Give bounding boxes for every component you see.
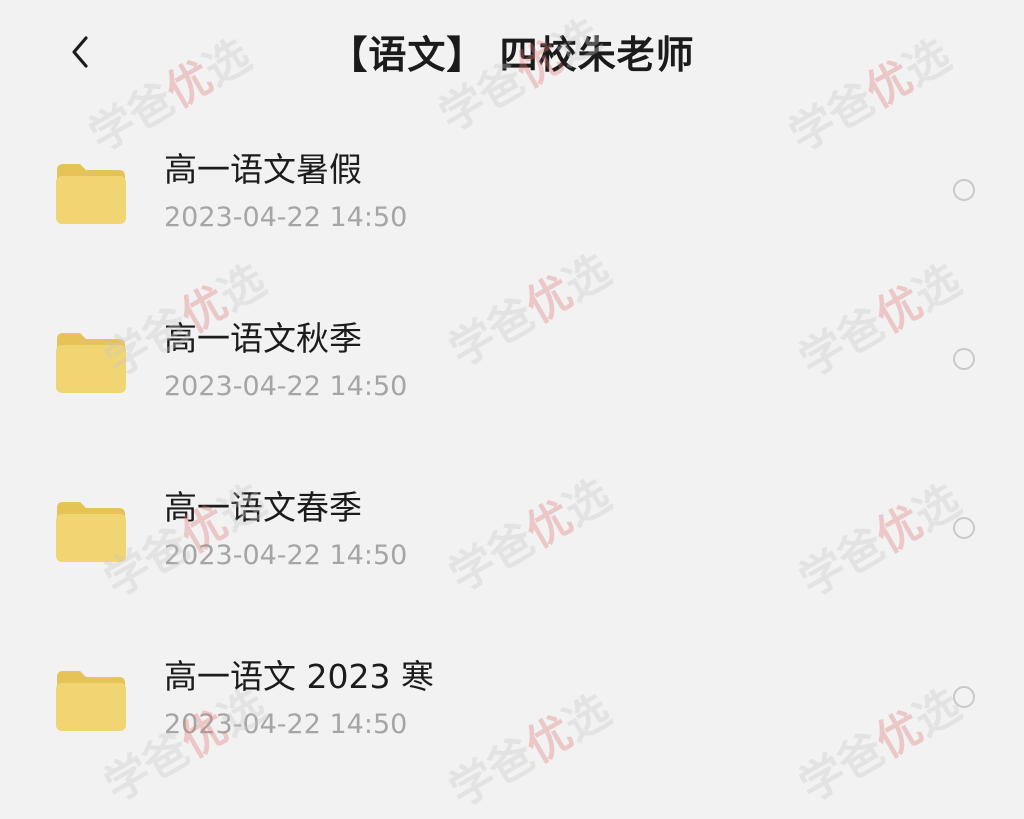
folder-row[interactable]: 高一语文 2023 寒 2023-04-22 14:50 bbox=[0, 627, 1024, 796]
folder-row[interactable]: 高一语文暑假 2023-04-22 14:50 bbox=[0, 120, 1024, 289]
folder-icon bbox=[56, 502, 126, 562]
folder-name: 高一语文暑假 bbox=[164, 150, 362, 189]
folder-row[interactable]: 高一语文秋季 2023-04-22 14:50 bbox=[0, 289, 1024, 458]
select-radio[interactable] bbox=[953, 686, 975, 708]
folder-date: 2023-04-22 14:50 bbox=[164, 540, 408, 571]
header: 【语文】 四校朱老师 bbox=[0, 0, 1024, 112]
folder-list: 高一语文暑假 2023-04-22 14:50 高一语文秋季 2023-04-2… bbox=[0, 120, 1024, 796]
folder-name: 高一语文春季 bbox=[164, 488, 362, 527]
folder-icon bbox=[56, 333, 126, 393]
page-title: 【语文】 四校朱老师 bbox=[329, 33, 695, 77]
select-radio[interactable] bbox=[953, 179, 975, 201]
folder-name: 高一语文秋季 bbox=[164, 319, 362, 358]
select-radio[interactable] bbox=[953, 348, 975, 370]
folder-row[interactable]: 高一语文春季 2023-04-22 14:50 bbox=[0, 458, 1024, 627]
folder-date: 2023-04-22 14:50 bbox=[164, 371, 408, 402]
folder-icon bbox=[56, 164, 126, 224]
folder-icon bbox=[56, 671, 126, 731]
folder-name: 高一语文 2023 寒 bbox=[164, 657, 434, 696]
folder-date: 2023-04-22 14:50 bbox=[164, 202, 408, 233]
folder-date: 2023-04-22 14:50 bbox=[164, 709, 408, 740]
select-radio[interactable] bbox=[953, 517, 975, 539]
